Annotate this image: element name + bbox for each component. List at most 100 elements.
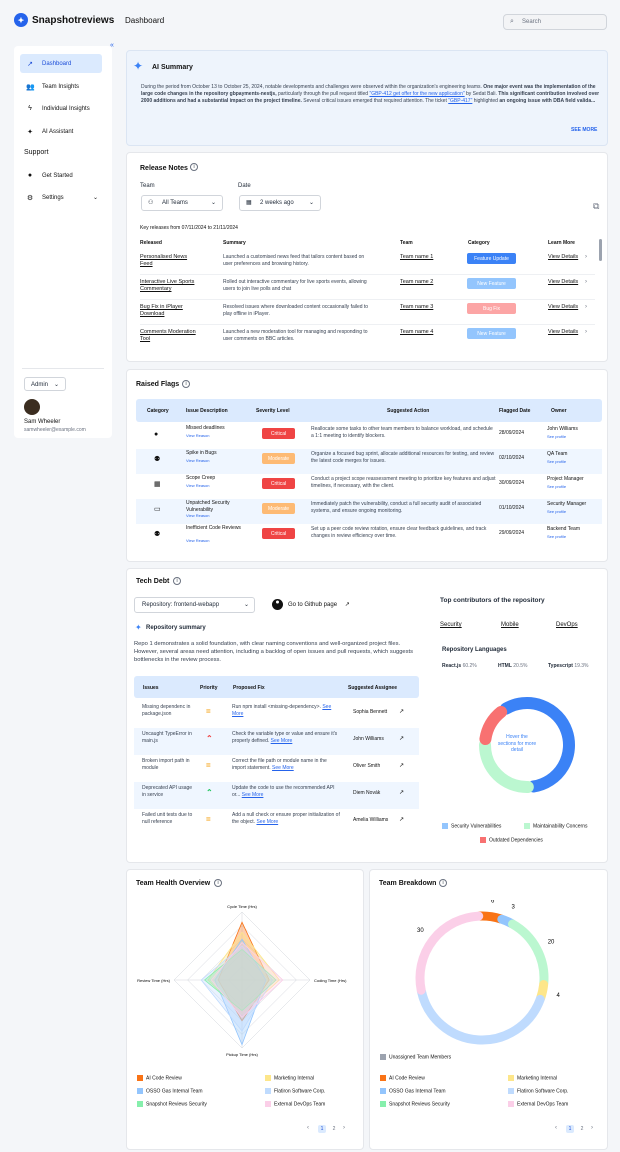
see-more-link[interactable]: See More xyxy=(271,738,293,744)
info-icon[interactable]: i xyxy=(173,577,181,585)
legend-security-vulnerabilities: Security Vulnerabilities xyxy=(442,823,501,829)
search-input[interactable]: ⌕ Search xyxy=(503,14,607,30)
release-name-link[interactable]: Comments Moderation Tool xyxy=(140,329,198,343)
info-icon[interactable]: i xyxy=(190,163,198,171)
external-link-icon[interactable]: ↗ xyxy=(399,736,404,744)
view-reason-link[interactable]: View Reason xyxy=(186,433,210,438)
page-1-button[interactable]: 1 xyxy=(318,1125,326,1133)
sidebar-item-ai-assistant[interactable]: ✦ AI Assistant xyxy=(20,122,102,141)
view-reason-link[interactable]: View Reason xyxy=(186,538,210,543)
view-details-link[interactable]: View Details xyxy=(548,254,578,261)
copy-icon[interactable]: ⧉ xyxy=(593,201,599,212)
external-link-icon[interactable]: ↗ xyxy=(399,817,404,825)
ticket-link[interactable]: "GBP-417" xyxy=(448,98,472,104)
contributor-devops[interactable]: DevOps xyxy=(556,622,578,628)
sidebar-item-dashboard[interactable]: ↗ Dashboard xyxy=(20,54,102,73)
info-icon[interactable]: i xyxy=(214,879,222,887)
info-icon[interactable]: i xyxy=(182,380,190,388)
legend-label: Unassigned Team Members xyxy=(389,1054,452,1061)
scrollbar[interactable] xyxy=(599,239,602,261)
page-title: Dashboard xyxy=(125,16,165,25)
legend-label: External DevOps Team xyxy=(517,1101,569,1108)
avatar[interactable] xyxy=(24,399,40,415)
page-1-button[interactable]: 1 xyxy=(566,1125,574,1133)
see-more-link[interactable]: See More xyxy=(242,792,264,798)
external-link-icon[interactable]: ↗ xyxy=(399,763,404,771)
chevron-down-icon: ⌄ xyxy=(308,200,314,206)
see-profile-link[interactable]: See profile xyxy=(547,484,566,489)
collapse-sidebar-icon[interactable]: « xyxy=(110,42,114,49)
team-name-link[interactable]: Team name 2 xyxy=(400,279,433,286)
next-page-icon[interactable]: › xyxy=(343,1125,345,1131)
view-reason-link[interactable]: View Reason xyxy=(186,483,210,488)
medium-priority-icon: = xyxy=(206,707,211,716)
view-reason-link[interactable]: View Reason xyxy=(186,513,210,518)
assignee-name: Oliver Smith xyxy=(353,763,381,769)
info-icon[interactable]: i xyxy=(439,879,447,887)
prev-page-icon[interactable]: ‹ xyxy=(555,1125,557,1131)
team-icon: ⚇ xyxy=(148,200,154,206)
sidebar-item-team-insights[interactable]: 👥 Team Insights xyxy=(20,77,102,96)
app-logo[interactable]: ✦ Snapshotreviews xyxy=(14,13,114,27)
external-link-icon[interactable]: ↗ xyxy=(399,709,404,717)
repository-summary-title: Repository summary xyxy=(146,625,206,631)
see-profile-link[interactable]: See profile xyxy=(547,509,566,514)
team-health-card: Team Health Overview i Cycle Time (Hrs) C… xyxy=(126,869,364,1150)
see-profile-link[interactable]: See profile xyxy=(547,459,566,464)
donut-segment[interactable] xyxy=(415,911,484,995)
github-link[interactable]: Go to Github page ↗ xyxy=(288,601,350,608)
see-more-link[interactable]: See More xyxy=(256,819,278,825)
legend-label: Flatiron Software Corp. xyxy=(274,1088,326,1095)
view-details-link[interactable]: View Details xyxy=(548,304,578,311)
sidebar-item-label: Get Started xyxy=(42,172,73,179)
team-breakdown-donut-chart[interactable]: 632044530 xyxy=(370,900,609,1050)
see-profile-link[interactable]: See profile xyxy=(547,434,566,439)
grid-icon: ▦ xyxy=(154,481,161,488)
team-filter-select[interactable]: All Teams ⚇ ⌄ xyxy=(141,195,223,211)
see-profile-link[interactable]: See profile xyxy=(547,534,566,539)
pr-link[interactable]: "GBP-412 get offer for the new applicati… xyxy=(369,91,464,97)
sidebar-item-individual-insights[interactable]: ϟ Individual Insights xyxy=(20,99,102,118)
date-filter-select[interactable]: 2 weeks ago ▦ ⌄ xyxy=(239,195,321,211)
donut-segment[interactable] xyxy=(508,919,549,988)
release-name-link[interactable]: Interactive Live Sports Commentary xyxy=(140,279,198,293)
team-name-link[interactable]: Team name 3 xyxy=(400,304,433,311)
sidebar-item-settings[interactable]: ⚙ Settings ⌄ xyxy=(20,188,102,207)
contributor-mobile[interactable]: Mobile xyxy=(501,622,519,628)
view-details-link[interactable]: View Details xyxy=(548,279,578,286)
view-details-link[interactable]: View Details xyxy=(548,329,578,336)
view-reason-link[interactable]: View Reason xyxy=(186,458,210,463)
severity-badge: Critical xyxy=(262,428,295,439)
contributor-security[interactable]: Security xyxy=(440,622,462,628)
release-name-link[interactable]: Personalised News Feed xyxy=(140,254,198,268)
flagged-date: 30/09/2024 xyxy=(499,480,525,486)
release-name-link[interactable]: Bug Fix in iPlayer Download xyxy=(140,304,198,318)
page-2-button[interactable]: 2 xyxy=(330,1125,338,1133)
role-select[interactable]: Admin ⌄ xyxy=(24,377,66,391)
release-summary: Resolved issues where downloaded content… xyxy=(223,304,369,317)
suggested-action: Conduct a project scope reassessment mee… xyxy=(311,476,496,489)
team-health-radar-chart[interactable]: Cycle Time (Hrs) Coding Time (Hrs) Pickup … xyxy=(127,900,365,1060)
team-breakdown-card: Team Breakdown i 632044530 Unassigned Te… xyxy=(369,869,608,1150)
owner-name: QA Team xyxy=(547,451,568,457)
language-pct: 60.2% xyxy=(462,663,477,669)
legend-outdated-dependencies: Outdated Dependencies xyxy=(480,837,543,843)
sidebar-item-get-started[interactable]: ● Get Started xyxy=(20,166,102,185)
legend-unassigned: Unassigned Team Members xyxy=(380,1054,451,1060)
prev-page-icon[interactable]: ‹ xyxy=(307,1125,309,1131)
donut-segment[interactable] xyxy=(416,986,545,1045)
assignee-name: Sophia Bennett xyxy=(353,709,388,715)
issue-name: Uncaught TypeError in main.js xyxy=(142,731,192,744)
legend-label: Outdated Dependencies xyxy=(489,837,543,844)
summary-text-part: particularly through the pull request ti… xyxy=(276,90,370,97)
team-name-link[interactable]: Team name 1 xyxy=(400,254,433,261)
issue-description: Unpatched Security Vulnerability xyxy=(186,500,230,513)
legend-item: Marketing Internal xyxy=(265,1075,314,1081)
external-link-icon[interactable]: ↗ xyxy=(399,790,404,798)
next-page-icon[interactable]: › xyxy=(591,1125,593,1131)
page-2-button[interactable]: 2 xyxy=(578,1125,586,1133)
see-more-link[interactable]: SEE MORE xyxy=(571,127,597,133)
team-name-link[interactable]: Team name 4 xyxy=(400,329,433,336)
repository-select[interactable]: Repository: frontend-webapp ⌄ xyxy=(134,597,255,613)
see-more-link[interactable]: See More xyxy=(272,765,294,771)
